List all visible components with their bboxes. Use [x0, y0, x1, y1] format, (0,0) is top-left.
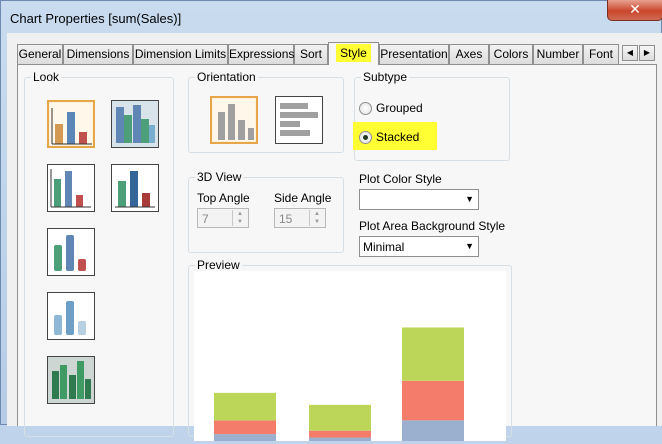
- tab-presentation[interactable]: Presentation: [379, 44, 449, 64]
- subtype-stacked-label: Stacked: [376, 130, 420, 144]
- tab-number[interactable]: Number: [533, 44, 583, 64]
- look-option-2[interactable]: [111, 100, 159, 148]
- tab-label: Expressions: [229, 47, 295, 61]
- look-option-6-icon: [54, 301, 86, 335]
- look-option-4[interactable]: [111, 164, 159, 212]
- close-icon: ✕: [629, 1, 641, 17]
- 3d-view-group: 3D View Top Angle 7 ▲ ▼ Side Angle 15 ▲ ▼: [188, 170, 344, 253]
- top-angle-value: 7: [202, 212, 209, 226]
- tab-style[interactable]: Style: [328, 42, 379, 65]
- tab-label: Style: [336, 44, 371, 62]
- look-option-1-icon: [51, 108, 92, 145]
- look-option-2-icon: [116, 105, 155, 143]
- preview-bar-2-middle: [309, 430, 371, 438]
- tab-label: Colors: [493, 47, 529, 61]
- subtype-group: Subtype Grouped Stacked: [353, 70, 510, 161]
- tab-scroll-right-button[interactable]: ▶: [639, 45, 655, 61]
- chart-properties-window: Chart Properties [sum(Sales)] ✕ General …: [0, 0, 662, 441]
- radio-button-icon: [359, 102, 372, 115]
- spin-up-icon[interactable]: ▲: [310, 210, 324, 218]
- 3d-view-group-label: 3D View: [195, 170, 244, 184]
- spin-down-icon[interactable]: ▼: [310, 218, 324, 226]
- plot-area-bg-style-select[interactable]: Minimal ▼: [359, 236, 479, 257]
- dialog-client: General Dimensions Dimension Limits Expr…: [7, 33, 662, 441]
- preview-bar-1-top: [214, 392, 276, 421]
- window-title: Chart Properties [sum(Sales)]: [10, 11, 182, 26]
- tab-sort[interactable]: Sort: [294, 44, 328, 64]
- tab-colors[interactable]: Colors: [489, 44, 533, 64]
- style-tab-page: Look Orientation Subtype Grouped Stacked…: [17, 64, 657, 441]
- vertical-bars-icon: [218, 104, 254, 140]
- tab-dimensions[interactable]: Dimensions: [63, 44, 133, 64]
- look-option-1[interactable]: [47, 100, 95, 148]
- chevron-down-icon: ▼: [465, 241, 474, 251]
- look-group: Look: [24, 70, 174, 437]
- look-group-label: Look: [31, 70, 62, 84]
- preview-group-label: Preview: [195, 258, 242, 272]
- plot-area-bg-style-label: Plot Area Background Style: [359, 219, 506, 233]
- look-option-4-icon: [115, 171, 155, 208]
- tab-label: General: [18, 47, 62, 61]
- side-angle-value: 15: [279, 212, 293, 226]
- look-option-6[interactable]: [47, 292, 95, 340]
- orientation-group: Orientation: [188, 70, 344, 153]
- tab-label: Presentation: [380, 47, 448, 61]
- tab-strip: General Dimensions Dimension Limits Expr…: [17, 42, 662, 65]
- orientation-horizontal-option[interactable]: [275, 96, 323, 144]
- spin-up-icon[interactable]: ▲: [233, 210, 247, 218]
- preview-chart: [214, 327, 464, 441]
- tab-general[interactable]: General: [17, 44, 63, 64]
- look-option-5-icon: [54, 235, 86, 271]
- tab-expressions[interactable]: Expressions: [228, 44, 294, 64]
- tab-label: Dimensions: [66, 47, 130, 61]
- preview-area: [194, 271, 506, 441]
- preview-bar-3-top: [402, 327, 464, 381]
- top-angle-spinner[interactable]: 7 ▲ ▼: [197, 208, 249, 228]
- orientation-vertical-option[interactable]: [210, 96, 258, 144]
- horizontal-bars-icon: [280, 103, 318, 136]
- tab-label: Axes: [455, 47, 483, 61]
- spinner-arrows[interactable]: ▲ ▼: [309, 210, 324, 226]
- close-button[interactable]: ✕: [607, 0, 662, 21]
- look-option-3[interactable]: [47, 164, 95, 212]
- radio-button-checked-icon: [359, 131, 372, 144]
- tab-label: Sort: [299, 47, 322, 61]
- tab-dimension-limits[interactable]: Dimension Limits: [133, 44, 228, 64]
- orientation-group-label: Orientation: [195, 70, 258, 84]
- preview-bar-1-middle: [214, 420, 276, 435]
- chevron-down-icon: ▼: [465, 194, 474, 204]
- plot-color-style-label: Plot Color Style: [359, 172, 442, 186]
- look-option-7-icon: [52, 361, 91, 399]
- tab-axes[interactable]: Axes: [449, 44, 489, 64]
- top-angle-label: Top Angle: [197, 191, 250, 205]
- look-option-7[interactable]: [47, 356, 95, 404]
- chevron-left-icon: ◀: [626, 48, 634, 57]
- tab-font[interactable]: Font: [583, 44, 619, 64]
- spinner-arrows[interactable]: ▲ ▼: [232, 210, 247, 226]
- preview-group: Preview: [188, 258, 512, 441]
- tab-scroll-left-button[interactable]: ◀: [622, 45, 638, 61]
- side-angle-label: Side Angle: [274, 191, 332, 205]
- chevron-right-icon: ▶: [643, 48, 651, 57]
- tab-label: Number: [536, 47, 580, 61]
- look-option-5[interactable]: [47, 228, 95, 276]
- side-angle-spinner[interactable]: 15 ▲ ▼: [274, 208, 326, 228]
- plot-color-style-select[interactable]: ▼: [359, 189, 479, 210]
- plot-area-bg-style-value: Minimal: [363, 240, 405, 254]
- preview-bar-3-bottom: [402, 420, 464, 441]
- look-option-3-icon: [50, 169, 91, 208]
- subtype-group-label: Subtype: [361, 70, 410, 84]
- subtype-stacked-radio[interactable]: Stacked: [359, 129, 479, 147]
- tab-label: Dimension Limits: [134, 47, 227, 61]
- preview-bar-3-middle: [402, 380, 464, 421]
- subtype-grouped-radio[interactable]: Grouped: [359, 100, 479, 118]
- title-bar[interactable]: Chart Properties [sum(Sales)] ✕: [1, 0, 662, 35]
- preview-bar-2-bottom: [309, 437, 371, 441]
- subtype-grouped-label: Grouped: [376, 101, 423, 115]
- preview-bar-1-bottom: [214, 434, 276, 441]
- tab-label: Font: [588, 47, 613, 61]
- spin-down-icon[interactable]: ▼: [233, 218, 247, 226]
- preview-bar-2-top: [309, 404, 371, 431]
